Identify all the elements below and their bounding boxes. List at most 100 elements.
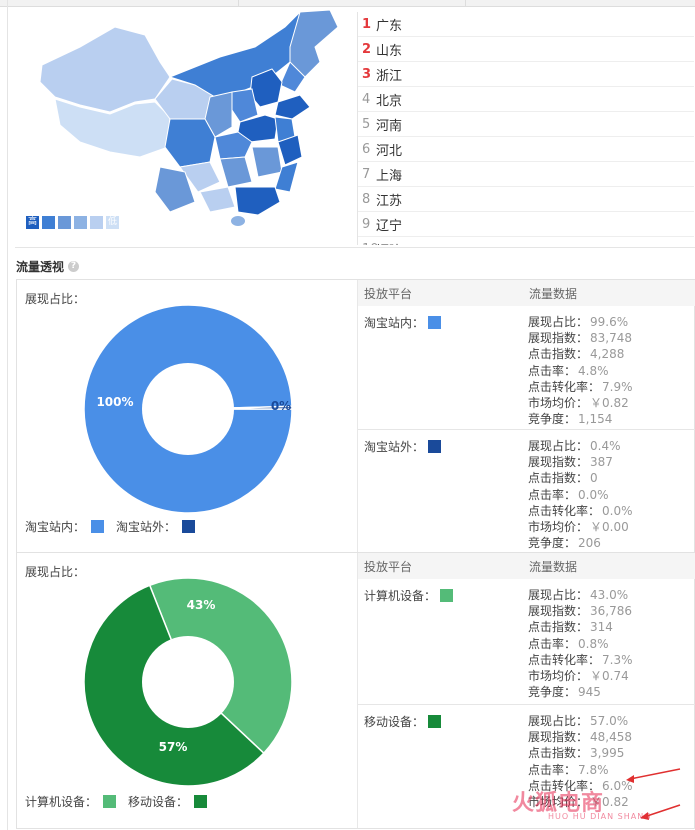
stat-value: 7.3% — [602, 652, 633, 667]
stat-label: 市场均价： — [528, 669, 589, 684]
left-border — [7, 0, 8, 830]
stat-line: 展现指数： 36,786 — [528, 603, 633, 619]
province-name: 河北 — [376, 143, 403, 159]
col-data: 流量数据 — [529, 559, 578, 574]
stat-line: 展现占比： 57.0% — [528, 713, 633, 729]
table-row: 淘宝站外： 展现占比： 0.4% 展现指数： 387 点击指数： 0 点击率： 0.0% 点击转化… — [358, 429, 695, 550]
share-label: 展现占比： — [25, 565, 86, 579]
stat-line: 市场均价： ￥0.74 — [528, 668, 633, 684]
legend-swatch — [91, 520, 105, 533]
stat-label: 展现占比： — [528, 714, 589, 728]
stats-list: 展现占比： 43.0% 展现指数： 36,786 点击指数： 314 点击率： 0.8% 点击转… — [528, 587, 633, 700]
map-graphic — [39, 9, 339, 226]
stat-label: 点击指数： — [528, 347, 589, 362]
map-legend: 高 低 — [26, 216, 119, 229]
stat-line: 点击转化率： 0.0% — [528, 503, 633, 519]
stats-list: 展现占比： 99.6% 展现指数： 83,748 点击指数： 4,288 点击率： 4.8% 点… — [528, 314, 633, 427]
rank-number: 2 — [362, 41, 372, 57]
stat-label: 展现指数： — [528, 604, 589, 619]
legend-step — [90, 216, 103, 229]
stat-value: 0.8% — [578, 636, 609, 651]
stat-label: 点击率： — [528, 762, 577, 777]
stat-value: ￥0.00 — [590, 520, 629, 535]
list-item[interactable]: 8 江苏 — [358, 187, 694, 212]
rank-number: 10 — [362, 242, 379, 246]
list-item[interactable]: 6 河北 — [358, 137, 694, 162]
stat-value: 48,458 — [590, 730, 633, 745]
platform-cell: 移动设备： — [364, 713, 442, 730]
stat-line: 点击转化率： 7.3% — [528, 652, 633, 668]
legend-swatch — [194, 795, 208, 808]
stat-label: 点击指数： — [528, 471, 589, 486]
stat-line: 展现指数： 48,458 — [528, 729, 633, 745]
legend-swatch — [182, 520, 196, 533]
stat-line: 点击率： 0.0% — [528, 487, 633, 503]
stat-label: 展现占比： — [528, 315, 589, 329]
list-item[interactable]: 7 上海 — [358, 162, 694, 187]
province-ranking-list[interactable]: 1广东2山东3浙江4北京5河南6河北7上海8江苏9辽宁10福建 — [357, 12, 694, 245]
watermark-subtitle: HUO HU DIAN SHANG — [548, 812, 652, 821]
stat-value: 7.9% — [602, 379, 633, 394]
stat-value: 43.0% — [590, 588, 629, 602]
stat-label: 点击转化率： — [528, 652, 601, 667]
donut-hole — [142, 636, 234, 728]
list-item[interactable]: 2 山东 — [358, 37, 694, 62]
list-item[interactable]: 3 浙江 — [358, 62, 694, 87]
stat-line: 点击指数： 4,288 — [528, 346, 633, 362]
list-item[interactable]: 9 辽宁 — [358, 212, 694, 237]
list-item[interactable]: 5 河南 — [358, 112, 694, 137]
rank-number: 7 — [362, 166, 371, 182]
platform-cell: 计算机设备： — [364, 587, 454, 604]
stat-value: 1,154 — [578, 412, 613, 427]
stat-value: 206 — [578, 536, 601, 551]
col-platform: 投放平台 — [364, 286, 413, 301]
stat-line: 展现占比： 0.4% — [528, 438, 633, 454]
platform-swatch — [428, 440, 442, 453]
list-item[interactable]: 4 北京 — [358, 87, 694, 112]
stat-label: 点击率： — [528, 363, 577, 378]
traffic-panel-platform: 展现占比： 100% 0% 淘宝站内： 淘宝站外： 投放平台 流量数据 淘宝站内：… — [16, 279, 695, 553]
pie-chart-device[interactable]: 43% 57% — [81, 575, 295, 789]
legend-step — [58, 216, 71, 229]
stat-label: 点击率： — [528, 487, 577, 502]
stat-label: 展现占比： — [528, 439, 589, 453]
section-header: 流量透视 ? — [16, 258, 80, 275]
list-item[interactable]: 1 广东 — [358, 12, 694, 37]
stat-line: 点击率： 4.8% — [528, 363, 633, 379]
pie-chart-platform[interactable]: 100% 0% — [81, 302, 295, 516]
table-header: 投放平台 流量数据 — [358, 553, 695, 579]
stat-line: 展现指数： 83,748 — [528, 330, 633, 346]
legend-high: 高 — [26, 216, 39, 229]
top-tab-strip — [0, 0, 695, 7]
china-heat-map[interactable]: 高 低 — [20, 7, 355, 242]
platform-cell: 淘宝站外： — [364, 438, 442, 455]
table-row: 淘宝站内： 展现占比： 99.6% 展现指数： 83,748 点击指数： 4,288 点击率：… — [358, 306, 695, 429]
stat-label: 点击指数： — [528, 620, 589, 635]
stat-label: 市场均价： — [528, 396, 589, 411]
stat-label: 竞争度： — [528, 685, 577, 700]
platform-cell: 淘宝站内： — [364, 314, 442, 331]
help-icon[interactable]: ? — [68, 261, 80, 272]
pie-legend: 计算机设备： 移动设备： — [25, 793, 219, 810]
stat-value: 3,995 — [590, 746, 625, 761]
platform-name: 移动设备： — [364, 715, 425, 729]
stat-line: 竞争度： 1,154 — [528, 411, 633, 427]
list-item[interactable]: 10福建 — [358, 237, 694, 246]
stat-label: 市场均价： — [528, 520, 589, 535]
stat-value: ￥0.82 — [590, 396, 629, 411]
stat-line: 市场均价： ￥0.00 — [528, 519, 633, 535]
province-name: 北京 — [376, 93, 403, 109]
pie-data-label: 100% — [96, 395, 133, 409]
stat-value: 83,748 — [590, 331, 633, 346]
stat-value: 4.8% — [578, 363, 609, 378]
legend-swatch — [103, 795, 117, 808]
rank-number: 8 — [362, 191, 371, 207]
pie-data-label: 0% — [271, 399, 291, 413]
platform-table: 投放平台 流量数据 淘宝站内： 展现占比： 99.6% 展现指数： 83,748 点击指数… — [357, 280, 695, 552]
stat-label: 展现指数： — [528, 730, 589, 745]
pie-data-label: 43% — [187, 598, 216, 612]
pie-data-label: 57% — [159, 740, 188, 754]
rank-number: 1 — [362, 16, 372, 32]
stat-label: 展现指数： — [528, 331, 589, 346]
stat-line: 竞争度： 206 — [528, 535, 633, 551]
